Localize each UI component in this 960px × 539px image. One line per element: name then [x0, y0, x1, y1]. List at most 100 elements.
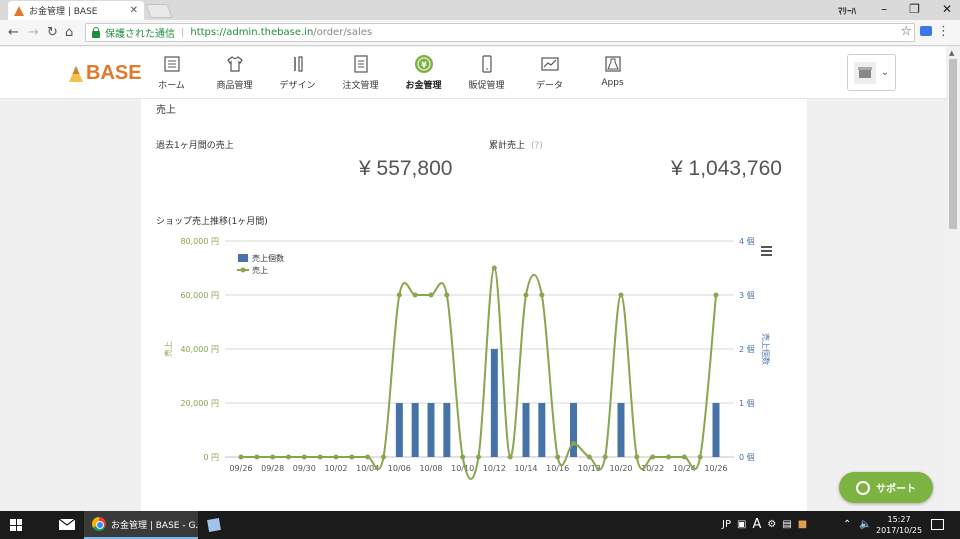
nav-label: データ — [535, 81, 563, 91]
browser-menu-icon[interactable]: ⋮ — [937, 24, 950, 39]
ime-tool-icon[interactable]: ⚙ — [767, 519, 776, 530]
line-point — [333, 454, 339, 460]
app-icon[interactable] — [206, 517, 222, 536]
nav-money[interactable]: ¥ お金管理 — [392, 53, 455, 91]
windows-start-icon[interactable] — [10, 519, 22, 531]
bar — [617, 403, 625, 457]
support-button[interactable]: サポート — [839, 472, 933, 503]
nav-label: 商品管理 — [216, 81, 253, 91]
base-logo-mark-icon — [68, 65, 84, 83]
logo-text: BASE — [86, 62, 142, 84]
forward-icon[interactable]: → — [28, 25, 39, 40]
home-icon[interactable]: ⌂ — [65, 25, 73, 40]
line-point — [476, 454, 481, 460]
line-point — [602, 454, 608, 460]
line-point — [396, 292, 402, 298]
y-left-axis-title: 売上 — [163, 341, 173, 357]
total-label: 累計売上 — [489, 141, 526, 151]
show-hidden-icons-icon[interactable]: ⌃ — [843, 519, 851, 530]
windows-taskbar: お金管理 | BASE - G... JP ▣ A ⚙ ▤ ■ ⌃ 🔈 15:2… — [0, 511, 960, 539]
browser-tab[interactable]: お金管理 | BASE ✕ — [8, 1, 144, 20]
line-point — [650, 454, 656, 460]
line-point — [412, 292, 418, 298]
chart-menu-icon[interactable] — [761, 246, 772, 256]
reload-icon[interactable]: ↻ — [47, 25, 58, 40]
back-icon[interactable]: ← — [8, 25, 19, 40]
package-icon[interactable]: ■ — [798, 519, 807, 530]
line-point — [238, 454, 244, 460]
nav-items[interactable]: 商品管理 — [203, 53, 266, 91]
y-right-tick-label: 2 個 — [739, 344, 755, 354]
bar — [411, 403, 419, 457]
chrome-taskbar-item[interactable]: お金管理 | BASE - G... — [84, 511, 198, 539]
help-icon[interactable]: (?) — [531, 141, 543, 151]
x-tick-label: 10/12 — [483, 464, 506, 473]
x-tick-label: 10/02 — [324, 464, 347, 473]
nav-orders[interactable]: 注文管理 — [329, 53, 392, 91]
svg-text:¥: ¥ — [421, 61, 427, 70]
nav-promo[interactable]: 販促管理 — [455, 53, 518, 91]
close-window-icon[interactable]: ✕ — [942, 2, 952, 16]
nav-data[interactable]: データ — [518, 53, 581, 91]
line-point — [666, 454, 671, 460]
chrome-task-label: お金管理 | BASE - G... — [111, 520, 198, 531]
nav-home[interactable]: ホーム — [140, 53, 203, 91]
address-bar[interactable]: 保護された通信 | https://admin.thebase.in /orde… — [85, 23, 915, 42]
nav-label: 注文管理 — [342, 81, 379, 91]
ime-pad-icon[interactable]: ▣ — [737, 519, 746, 530]
volume-icon[interactable]: 🔈 — [859, 519, 871, 530]
line-point — [555, 454, 561, 460]
x-tick-label: 10/20 — [609, 464, 632, 473]
line-point — [428, 292, 434, 298]
line-point — [697, 454, 703, 460]
profile-button[interactable]: ﾏﾘｰﾊ — [838, 4, 856, 17]
x-tick-label: 10/26 — [704, 464, 727, 473]
x-tick-label: 10/16 — [546, 464, 569, 473]
phone-icon — [476, 53, 498, 75]
scroll-thumb[interactable] — [949, 59, 957, 229]
line-point — [681, 454, 687, 460]
ime-dictionary-icon[interactable]: ▤ — [782, 519, 791, 530]
bar — [443, 403, 451, 457]
ime-label[interactable]: JP — [722, 519, 731, 530]
tray-icons: ⌃ 🔈 — [843, 519, 872, 530]
yen-coin-icon: ¥ — [413, 53, 435, 75]
nav-design[interactable]: デザイン — [266, 53, 329, 91]
notification-icon[interactable] — [931, 519, 944, 530]
section-title: 売上 — [156, 105, 176, 116]
restore-icon[interactable]: ❐ — [909, 2, 920, 16]
minimize-icon[interactable]: – — [881, 2, 887, 16]
last-month-label: 過去1ヶ月間の売上 — [156, 141, 234, 151]
y-right-tick-label: 4 個 — [739, 236, 755, 246]
url-host: https://admin.thebase.in — [190, 27, 314, 38]
flask-icon — [602, 53, 624, 75]
extension-icon[interactable] — [920, 26, 932, 36]
new-tab-button[interactable] — [145, 4, 173, 18]
y-right-axis-title: 売上個数 — [761, 333, 771, 365]
close-tab-icon[interactable]: ✕ — [130, 5, 138, 16]
bar — [522, 403, 530, 457]
line-point — [460, 454, 466, 460]
bar — [538, 403, 546, 457]
bookmark-star-icon[interactable]: ☆ — [900, 24, 912, 39]
store-icon — [853, 61, 876, 84]
total-value: ¥ 1,043,760 — [671, 157, 782, 180]
line-point — [523, 292, 529, 298]
scrollbar[interactable]: ▲ — [946, 47, 960, 511]
document-icon — [350, 53, 372, 75]
base-favicon-icon — [14, 5, 24, 16]
last-month-value: ¥ 557,800 — [359, 157, 453, 180]
scroll-up-icon[interactable]: ▲ — [949, 49, 954, 57]
store-menu-button[interactable]: ⌄ — [847, 54, 896, 91]
clock[interactable]: 15:27 2017/10/25 — [876, 514, 922, 536]
legend-label-count: 売上個数 — [252, 253, 284, 263]
ime-mode[interactable]: A — [752, 517, 761, 532]
line-point — [713, 292, 719, 298]
line-point — [365, 454, 371, 460]
nav-apps[interactable]: Apps — [581, 53, 644, 91]
line-point — [317, 454, 323, 460]
base-logo[interactable]: BASE — [68, 62, 142, 85]
mail-icon[interactable] — [58, 517, 76, 534]
site-header: BASE ホーム 商品管理 デザイン 注文管理 ¥ お金管理 販促管理 データ — [0, 47, 946, 99]
line-point — [349, 454, 355, 460]
